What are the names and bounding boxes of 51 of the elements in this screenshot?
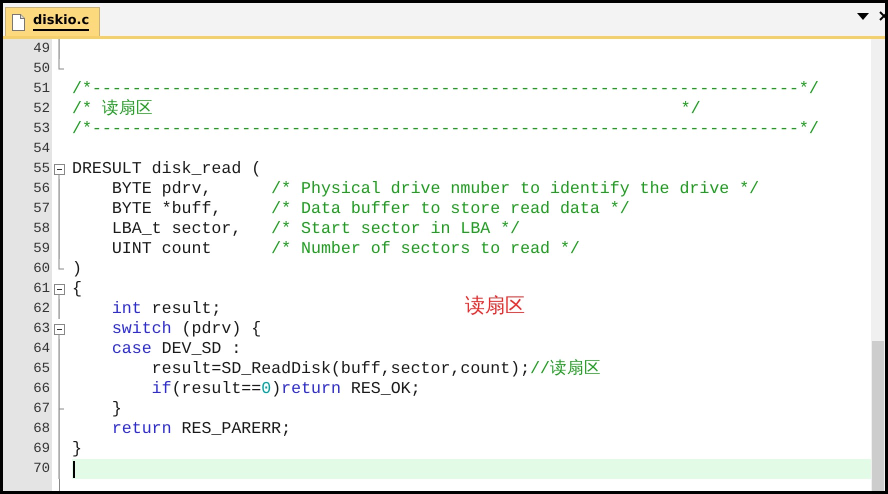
fold-toggle[interactable] <box>54 284 65 299</box>
line-number: 54 <box>3 139 52 159</box>
line-number: 56 <box>3 179 52 199</box>
line-number: 50 <box>3 59 52 79</box>
scrollbar[interactable] <box>871 39 885 491</box>
code-line: } <box>72 439 82 458</box>
code-line: if(result==0)return RES_OK; <box>150 379 421 398</box>
fold-toggle[interactable] <box>54 324 65 339</box>
line-number: 49 <box>3 39 52 59</box>
code-line: switch (pdrv) { <box>110 319 262 338</box>
line-number: 67 <box>3 399 52 419</box>
code-line: return RES_PARERR; <box>110 419 292 438</box>
code-line: /* 读扇区 */ <box>72 99 701 118</box>
line-number: 51 <box>3 79 52 99</box>
line-number: 52 <box>3 99 52 119</box>
line-number: 53 <box>3 119 52 139</box>
line-number: 66 <box>3 379 52 399</box>
line-number: 61 <box>3 279 52 299</box>
line-number: 64 <box>3 339 52 359</box>
line-number: 69 <box>3 439 52 459</box>
line-number: 62 <box>3 299 52 319</box>
line-number: 58 <box>3 219 52 239</box>
scrollbar-thumb[interactable] <box>872 341 884 491</box>
code-line: ) <box>72 259 82 278</box>
line-number: 68 <box>3 419 52 439</box>
code-line: UINT count /* Number of sectors to read */ <box>110 239 580 258</box>
code-line: /*-----------------------------------------------------------------------*/ <box>72 79 819 98</box>
code-line: LBA_t sector, /* Start sector in LBA */ <box>110 219 520 238</box>
line-number: 59 <box>3 239 52 259</box>
code-line: /*-----------------------------------------------------------------------*/ <box>72 119 819 138</box>
code-line: BYTE *buff, /* Data buffer to store read data */ <box>110 199 630 218</box>
code-line: } <box>110 399 122 418</box>
code-line: DRESULT disk_read ( <box>72 159 262 178</box>
code-line: case DEV_SD : <box>110 339 242 358</box>
file-tab[interactable]: diskio.c <box>5 7 100 36</box>
code-line: result=SD_ReadDisk(buff,sector,count);//读扇区 <box>150 359 601 378</box>
line-number: 55 <box>3 159 52 179</box>
fold-toggle[interactable] <box>54 164 65 179</box>
code-line: { <box>72 279 82 298</box>
line-number: 63 <box>3 319 52 339</box>
dropdown-icon[interactable] <box>857 12 869 20</box>
line-number: 60 <box>3 259 52 279</box>
code-line: int result; <box>110 299 222 318</box>
text-caret <box>73 461 75 478</box>
line-number: 57 <box>3 199 52 219</box>
file-icon <box>12 14 25 30</box>
annotation-text: 读扇区 <box>465 292 525 319</box>
line-number: 70 <box>3 459 52 479</box>
code-line: BYTE pdrv, /* Physical drive nmuber to identify the drive */ <box>110 179 760 198</box>
line-number-gutter <box>3 479 52 491</box>
line-number: 65 <box>3 359 52 379</box>
